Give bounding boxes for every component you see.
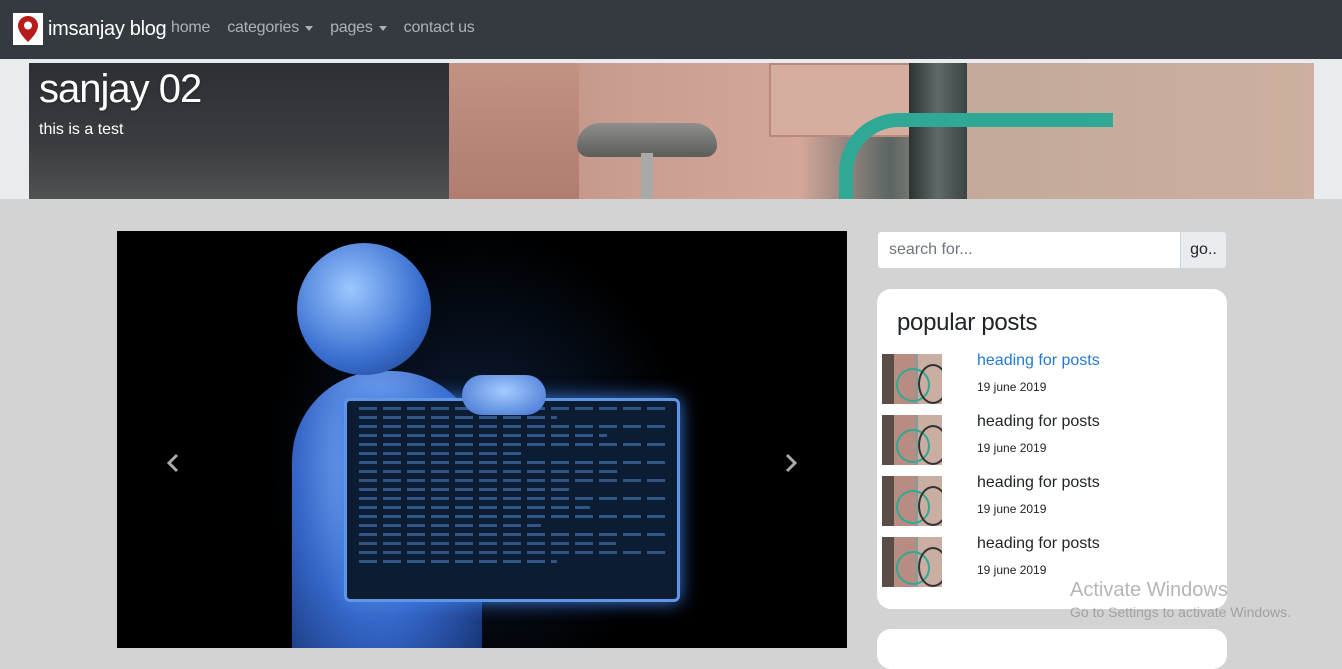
search-go-button[interactable]: go.. [1181,231,1227,269]
post-thumbnail[interactable] [882,354,942,404]
caret-down-icon [378,25,387,31]
list-item[interactable]: heading for posts 19 june 2019 [882,413,1222,467]
carousel-next-button[interactable] [781,453,801,473]
brand-link[interactable]: imsanjay blog [13,13,167,45]
hero-section: sanjay 02 this is a test [0,59,1342,199]
top-navbar: imsanjay blog home categories pages cont… [0,0,1342,59]
search-input[interactable] [877,231,1181,269]
post-title-link[interactable]: heading for posts [977,474,1100,492]
post-thumbnail[interactable] [882,537,942,587]
hero-title: sanjay 02 [39,67,202,111]
figure-head [297,243,431,375]
code-screen [344,398,680,602]
post-date: 19 june 2019 [977,502,1047,516]
caret-down-icon [305,25,314,31]
nav-pages-dropdown[interactable]: pages [330,19,387,37]
list-item[interactable]: heading for posts 19 june 2019 [882,474,1222,528]
post-title-link[interactable]: heading for posts [977,352,1100,370]
nav-contact-label: contact us [403,19,475,36]
list-item[interactable]: heading for posts 19 june 2019 [882,352,1222,406]
post-date: 19 june 2019 [977,563,1047,577]
nav-categories-dropdown[interactable]: categories [227,19,314,37]
brand-name: imsanjay blog [48,17,167,40]
activate-windows-watermark: Activate Windows [1070,579,1228,601]
popular-posts-title: popular posts [897,309,1038,336]
sidebar-card [877,629,1227,669]
post-title-link[interactable]: heading for posts [977,535,1100,553]
map-pin-icon [13,13,43,45]
image-carousel[interactable] [117,231,847,648]
activate-windows-hint: Go to Settings to activate Windows. [1070,604,1291,620]
post-date: 19 june 2019 [977,441,1047,455]
nav-links: home categories pages contact us [171,19,492,37]
chevron-right-icon [785,453,798,473]
nav-home-label: home [171,19,211,36]
post-thumbnail[interactable] [882,476,942,526]
chevron-left-icon [166,453,179,473]
nav-contact[interactable]: contact us [404,19,475,37]
hero-subtitle: this is a test [39,121,124,138]
nav-home[interactable]: home [171,19,210,37]
post-title-link[interactable]: heading for posts [977,413,1100,431]
nav-categories-label: categories [227,19,300,36]
popular-posts-card: popular posts heading for posts 19 june … [877,289,1227,609]
hero-banner-image: sanjay 02 this is a test [29,63,1314,199]
nav-pages-label: pages [330,19,373,36]
post-date: 19 june 2019 [977,380,1047,394]
post-thumbnail[interactable] [882,415,942,465]
carousel-prev-button[interactable] [163,453,183,473]
